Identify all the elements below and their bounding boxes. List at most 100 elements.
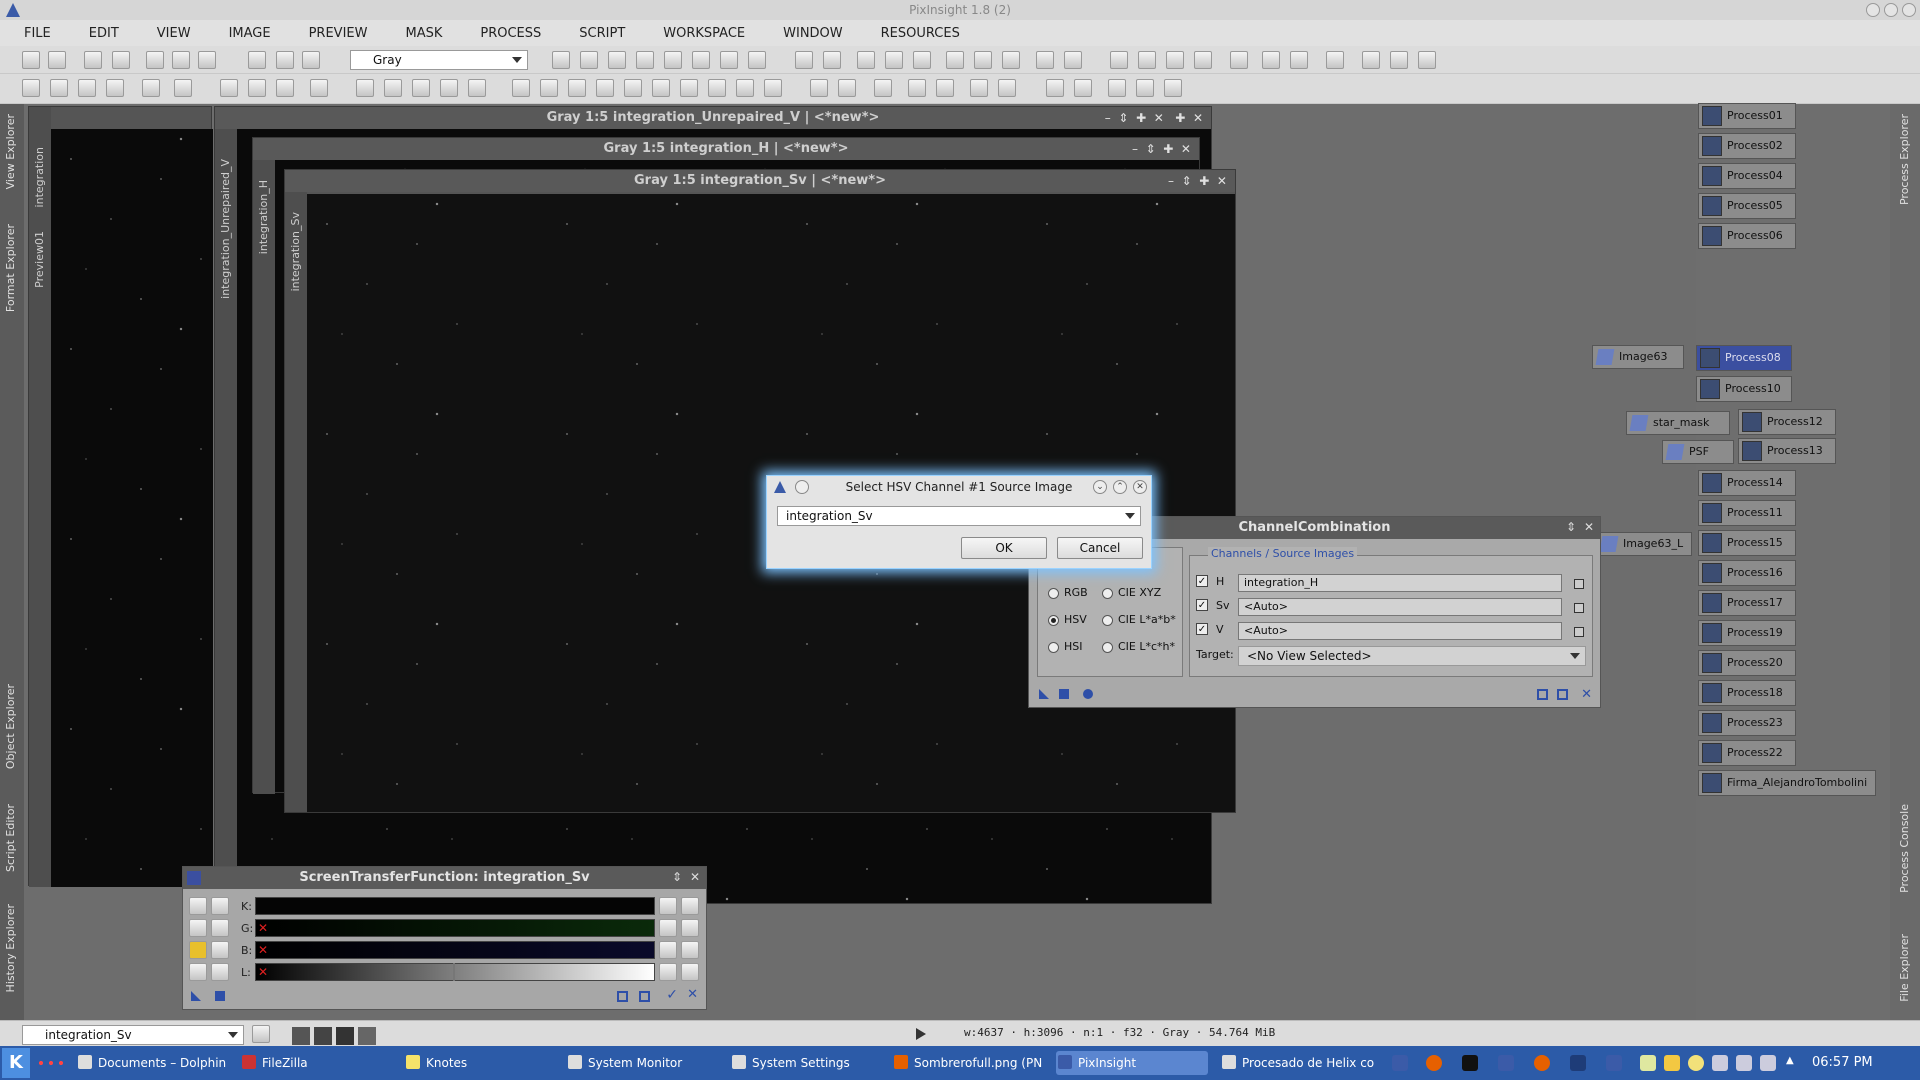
radio-cie-xyz[interactable] <box>1102 588 1113 599</box>
toolbar-icon[interactable] <box>580 51 598 69</box>
close-button[interactable] <box>1902 3 1916 17</box>
select-view-button[interactable] <box>1574 627 1584 637</box>
toolbar-icon[interactable] <box>970 79 988 97</box>
toolbar-icon[interactable] <box>440 79 458 97</box>
browse-documentation-icon[interactable] <box>1537 689 1548 700</box>
channel-swatch[interactable] <box>336 1027 354 1045</box>
toolbar-icon[interactable] <box>1138 51 1156 69</box>
process-icon-process20[interactable]: Process20 <box>1698 650 1796 676</box>
toolbar-icon[interactable] <box>276 79 294 97</box>
toolbar-icon[interactable] <box>50 79 68 97</box>
toolbar-icon[interactable] <box>22 79 40 97</box>
bulb-icon[interactable] <box>1688 1055 1704 1071</box>
ok-button[interactable]: OK <box>961 537 1047 559</box>
image-icon-image63[interactable]: Image63 <box>1592 345 1684 369</box>
toolbar-icon[interactable] <box>636 51 654 69</box>
toolbar-icon[interactable] <box>720 51 738 69</box>
tab-preview01[interactable]: Preview01 <box>33 231 46 288</box>
menu-preview[interactable]: PREVIEW <box>309 26 368 41</box>
expand-tray-icon[interactable]: ▲ <box>1786 1055 1802 1071</box>
zoom-icon[interactable] <box>885 51 903 69</box>
image-icon-psf[interactable]: PSF <box>1662 440 1734 464</box>
firefox-tray-icon[interactable] <box>1426 1055 1442 1071</box>
toolbar-icon[interactable] <box>384 79 402 97</box>
image-window-integration[interactable]: integration Preview01 <box>28 106 213 887</box>
toolbar-icon[interactable] <box>652 79 670 97</box>
toolbar-icon[interactable] <box>1390 51 1408 69</box>
process-icon-process22[interactable]: Process22 <box>1698 740 1796 766</box>
task-knotes[interactable]: Knotes <box>404 1051 554 1075</box>
process-icon-process18[interactable]: Process18 <box>1698 680 1796 706</box>
toolbar-icon[interactable] <box>908 79 926 97</box>
image-canvas[interactable] <box>51 129 213 887</box>
source-image-combo[interactable]: integration_Sv <box>777 506 1141 526</box>
toolbar-icon[interactable] <box>1418 51 1436 69</box>
toolbar-icon[interactable] <box>1002 51 1020 69</box>
mail-icon[interactable] <box>1570 1055 1586 1071</box>
reset-icon[interactable]: ✕ <box>1581 687 1592 702</box>
toolbar-icon[interactable] <box>764 79 782 97</box>
task-dolphin[interactable]: Documents – Dolphin <box>76 1051 234 1075</box>
process-icon-process06[interactable]: Process06 <box>1698 223 1796 249</box>
radio-cie-lab[interactable] <box>1102 615 1113 626</box>
maximize-button[interactable] <box>1884 3 1898 17</box>
toolbar-icon[interactable] <box>1108 79 1126 97</box>
reset-icon[interactable] <box>659 941 677 959</box>
task-system-monitor[interactable]: System Monitor <box>566 1051 726 1075</box>
target-combo[interactable]: <No View Selected> <box>1238 646 1586 666</box>
select-view-button[interactable] <box>1574 579 1584 589</box>
tab-history-explorer[interactable]: History Explorer <box>4 904 17 992</box>
menu-resources[interactable]: RESOURCES <box>881 26 960 41</box>
process-icon-process14[interactable]: Process14 <box>1698 470 1796 496</box>
toolbar-icon[interactable] <box>1046 79 1064 97</box>
toolbar-icon[interactable] <box>748 51 766 69</box>
radio-cie-lch[interactable] <box>1102 642 1113 653</box>
window-controls[interactable]: – ⇕ ✚ ✕ ✚ ✕ <box>1105 111 1203 125</box>
tab-format-explorer[interactable]: Format Explorer <box>4 224 17 312</box>
toolbar-icon[interactable] <box>1074 79 1092 97</box>
toolbar-icon[interactable] <box>552 51 570 69</box>
process-icon-process08[interactable]: Process08 <box>1696 345 1792 371</box>
dialog-close-button[interactable]: ✕ <box>1133 480 1147 494</box>
start-menu-icon[interactable]: K <box>2 1048 30 1078</box>
channel-v-checkbox[interactable]: ✓ <box>1196 623 1208 635</box>
link-channels-icon[interactable] <box>189 897 207 915</box>
task-filezilla[interactable]: FileZilla <box>240 1051 390 1075</box>
process-icon-process10[interactable]: Process10 <box>1696 376 1792 402</box>
dialog-maximize-button[interactable]: ⌃ <box>1113 480 1127 494</box>
midtones-handle[interactable] <box>453 963 455 981</box>
channel-swatch[interactable] <box>358 1027 376 1045</box>
menu-edit[interactable]: EDIT <box>89 26 119 41</box>
auto-stretch-icon[interactable] <box>681 897 699 915</box>
toolbar-icon[interactable] <box>838 79 856 97</box>
toolbar-icon[interactable] <box>736 79 754 97</box>
toolbar-icon[interactable] <box>468 79 486 97</box>
track-view-icon[interactable] <box>639 991 650 1002</box>
menu-window[interactable]: WINDOW <box>783 26 843 41</box>
clock[interactable]: 06:57 PM <box>1812 1055 1873 1070</box>
activity-icon[interactable] <box>36 1059 66 1067</box>
toolbar-icon[interactable] <box>1262 51 1280 69</box>
menu-image[interactable]: IMAGE <box>229 26 271 41</box>
reset-icon[interactable]: ✕ <box>687 987 698 1002</box>
toolbar-icon[interactable] <box>220 79 238 97</box>
channel-swatch[interactable] <box>314 1027 332 1045</box>
toolbar-icon[interactable] <box>112 51 130 69</box>
window-controls[interactable]: – ⇕ ✚ ✕ <box>1168 174 1227 188</box>
toolbar-icon[interactable] <box>276 51 294 69</box>
apply-icon[interactable] <box>215 991 225 1001</box>
new-instance-icon[interactable] <box>1039 689 1049 699</box>
menu-script[interactable]: SCRIPT <box>579 26 625 41</box>
minimize-button[interactable] <box>1866 3 1880 17</box>
channel-sv-checkbox[interactable]: ✓ <box>1196 599 1208 611</box>
task-system-settings[interactable]: System Settings <box>730 1051 890 1075</box>
process-icon-process19[interactable]: Process19 <box>1698 620 1796 646</box>
radiation-icon[interactable] <box>189 941 207 959</box>
apply-icon[interactable] <box>1059 689 1069 699</box>
toolbar-icon[interactable] <box>692 51 710 69</box>
toolbar-icon[interactable] <box>936 79 954 97</box>
wrench-icon[interactable] <box>189 963 207 981</box>
toolbar-icon[interactable] <box>302 51 320 69</box>
reset-icon[interactable] <box>659 963 677 981</box>
channel-sv-source[interactable]: <Auto> <box>1238 598 1562 616</box>
